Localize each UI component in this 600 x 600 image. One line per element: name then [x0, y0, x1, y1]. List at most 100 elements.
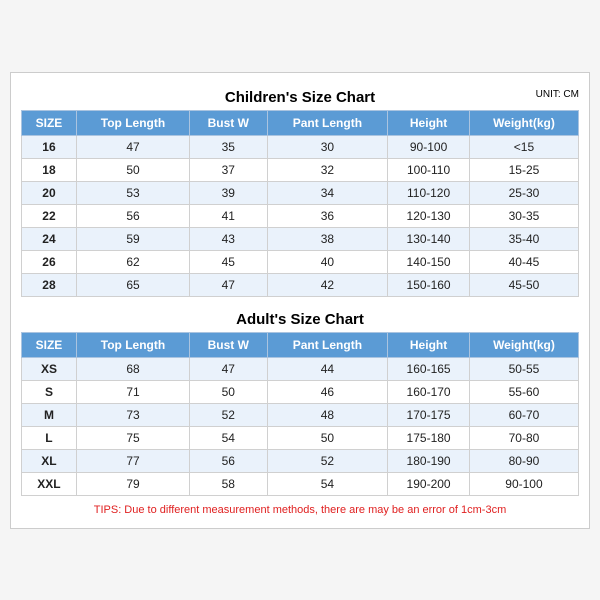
adult-title-text: Adult's Size Chart: [236, 311, 364, 328]
table-cell: 45: [190, 250, 268, 273]
table-row: 22564136120-13030-35: [22, 204, 579, 227]
table-cell: 50: [267, 426, 388, 449]
col-header-height: Height: [388, 110, 470, 135]
table-cell: 56: [76, 204, 189, 227]
table-cell: 41: [190, 204, 268, 227]
table-cell: 22: [22, 204, 77, 227]
table-cell: XXL: [22, 472, 77, 495]
table-cell: 68: [76, 357, 189, 380]
col-header-weight: Weight(kg): [469, 110, 578, 135]
adult-col-header-weight: Weight(kg): [469, 332, 578, 357]
table-cell: S: [22, 380, 77, 403]
table-cell: 34: [267, 181, 388, 204]
table-cell: 160-170: [388, 380, 470, 403]
table-cell: 170-175: [388, 403, 470, 426]
table-cell: 90-100: [469, 472, 578, 495]
table-cell: 75: [76, 426, 189, 449]
table-row: 28654742150-16045-50: [22, 273, 579, 296]
children-title-text: Children's Size Chart: [225, 89, 375, 106]
table-cell: 52: [190, 403, 268, 426]
adult-section-title: Adult's Size Chart: [21, 305, 579, 332]
table-cell: 62: [76, 250, 189, 273]
table-row: L755450175-18070-80: [22, 426, 579, 449]
table-cell: L: [22, 426, 77, 449]
table-cell: 90-100: [388, 135, 470, 158]
adult-col-header-top-length: Top Length: [76, 332, 189, 357]
table-cell: 70-80: [469, 426, 578, 449]
table-cell: 100-110: [388, 158, 470, 181]
table-cell: 54: [267, 472, 388, 495]
table-cell: 44: [267, 357, 388, 380]
table-row: S715046160-17055-60: [22, 380, 579, 403]
table-cell: <15: [469, 135, 578, 158]
table-cell: 30: [267, 135, 388, 158]
col-header-top-length: Top Length: [76, 110, 189, 135]
table-cell: 55-60: [469, 380, 578, 403]
table-row: 26624540140-15040-45: [22, 250, 579, 273]
table-cell: 25-30: [469, 181, 578, 204]
table-cell: 26: [22, 250, 77, 273]
table-cell: 190-200: [388, 472, 470, 495]
col-header-pant-length: Pant Length: [267, 110, 388, 135]
unit-label: UNIT: CM: [536, 89, 579, 100]
table-cell: 59: [76, 227, 189, 250]
table-row: 18503732100-11015-25: [22, 158, 579, 181]
table-cell: 71: [76, 380, 189, 403]
table-cell: 18: [22, 158, 77, 181]
table-row: 20533934110-12025-30: [22, 181, 579, 204]
col-header-size: SIZE: [22, 110, 77, 135]
table-cell: 39: [190, 181, 268, 204]
table-cell: 73: [76, 403, 189, 426]
table-row: XXL795854190-20090-100: [22, 472, 579, 495]
tips-text: TIPS: Due to different measurement metho…: [21, 502, 579, 518]
table-cell: M: [22, 403, 77, 426]
children-header-row: SIZE Top Length Bust W Pant Length Heigh…: [22, 110, 579, 135]
table-cell: 54: [190, 426, 268, 449]
table-cell: 30-35: [469, 204, 578, 227]
table-row: M735248170-17560-70: [22, 403, 579, 426]
table-cell: 15-25: [469, 158, 578, 181]
adult-table-body: XS684744160-16550-55S715046160-17055-60M…: [22, 357, 579, 495]
table-cell: 40: [267, 250, 388, 273]
chart-wrapper: Children's Size Chart UNIT: CM SIZE Top …: [10, 72, 590, 529]
adult-col-header-height: Height: [388, 332, 470, 357]
table-cell: 65: [76, 273, 189, 296]
table-cell: 175-180: [388, 426, 470, 449]
table-cell: 160-165: [388, 357, 470, 380]
table-cell: 56: [190, 449, 268, 472]
table-cell: 140-150: [388, 250, 470, 273]
table-cell: 36: [267, 204, 388, 227]
table-cell: 53: [76, 181, 189, 204]
table-cell: 50: [76, 158, 189, 181]
table-cell: 42: [267, 273, 388, 296]
table-cell: 58: [190, 472, 268, 495]
children-size-table: SIZE Top Length Bust W Pant Length Heigh…: [21, 110, 579, 297]
table-cell: 120-130: [388, 204, 470, 227]
children-section-title: Children's Size Chart UNIT: CM: [21, 83, 579, 110]
table-cell: 45-50: [469, 273, 578, 296]
table-cell: 46: [267, 380, 388, 403]
table-cell: 28: [22, 273, 77, 296]
table-row: XL775652180-19080-90: [22, 449, 579, 472]
table-cell: 110-120: [388, 181, 470, 204]
table-cell: 60-70: [469, 403, 578, 426]
table-cell: 48: [267, 403, 388, 426]
table-cell: 52: [267, 449, 388, 472]
table-cell: 80-90: [469, 449, 578, 472]
table-cell: 47: [190, 357, 268, 380]
table-cell: 16: [22, 135, 77, 158]
adult-header-row: SIZE Top Length Bust W Pant Length Heigh…: [22, 332, 579, 357]
table-cell: 79: [76, 472, 189, 495]
table-row: 1647353090-100<15: [22, 135, 579, 158]
table-cell: 150-160: [388, 273, 470, 296]
adult-col-header-pant-length: Pant Length: [267, 332, 388, 357]
table-cell: 35: [190, 135, 268, 158]
table-cell: XS: [22, 357, 77, 380]
col-header-bust-w: Bust W: [190, 110, 268, 135]
table-row: XS684744160-16550-55: [22, 357, 579, 380]
adult-col-header-bust-w: Bust W: [190, 332, 268, 357]
children-table-body: 1647353090-100<1518503732100-11015-25205…: [22, 135, 579, 296]
table-cell: 24: [22, 227, 77, 250]
table-cell: 50: [190, 380, 268, 403]
table-cell: 35-40: [469, 227, 578, 250]
